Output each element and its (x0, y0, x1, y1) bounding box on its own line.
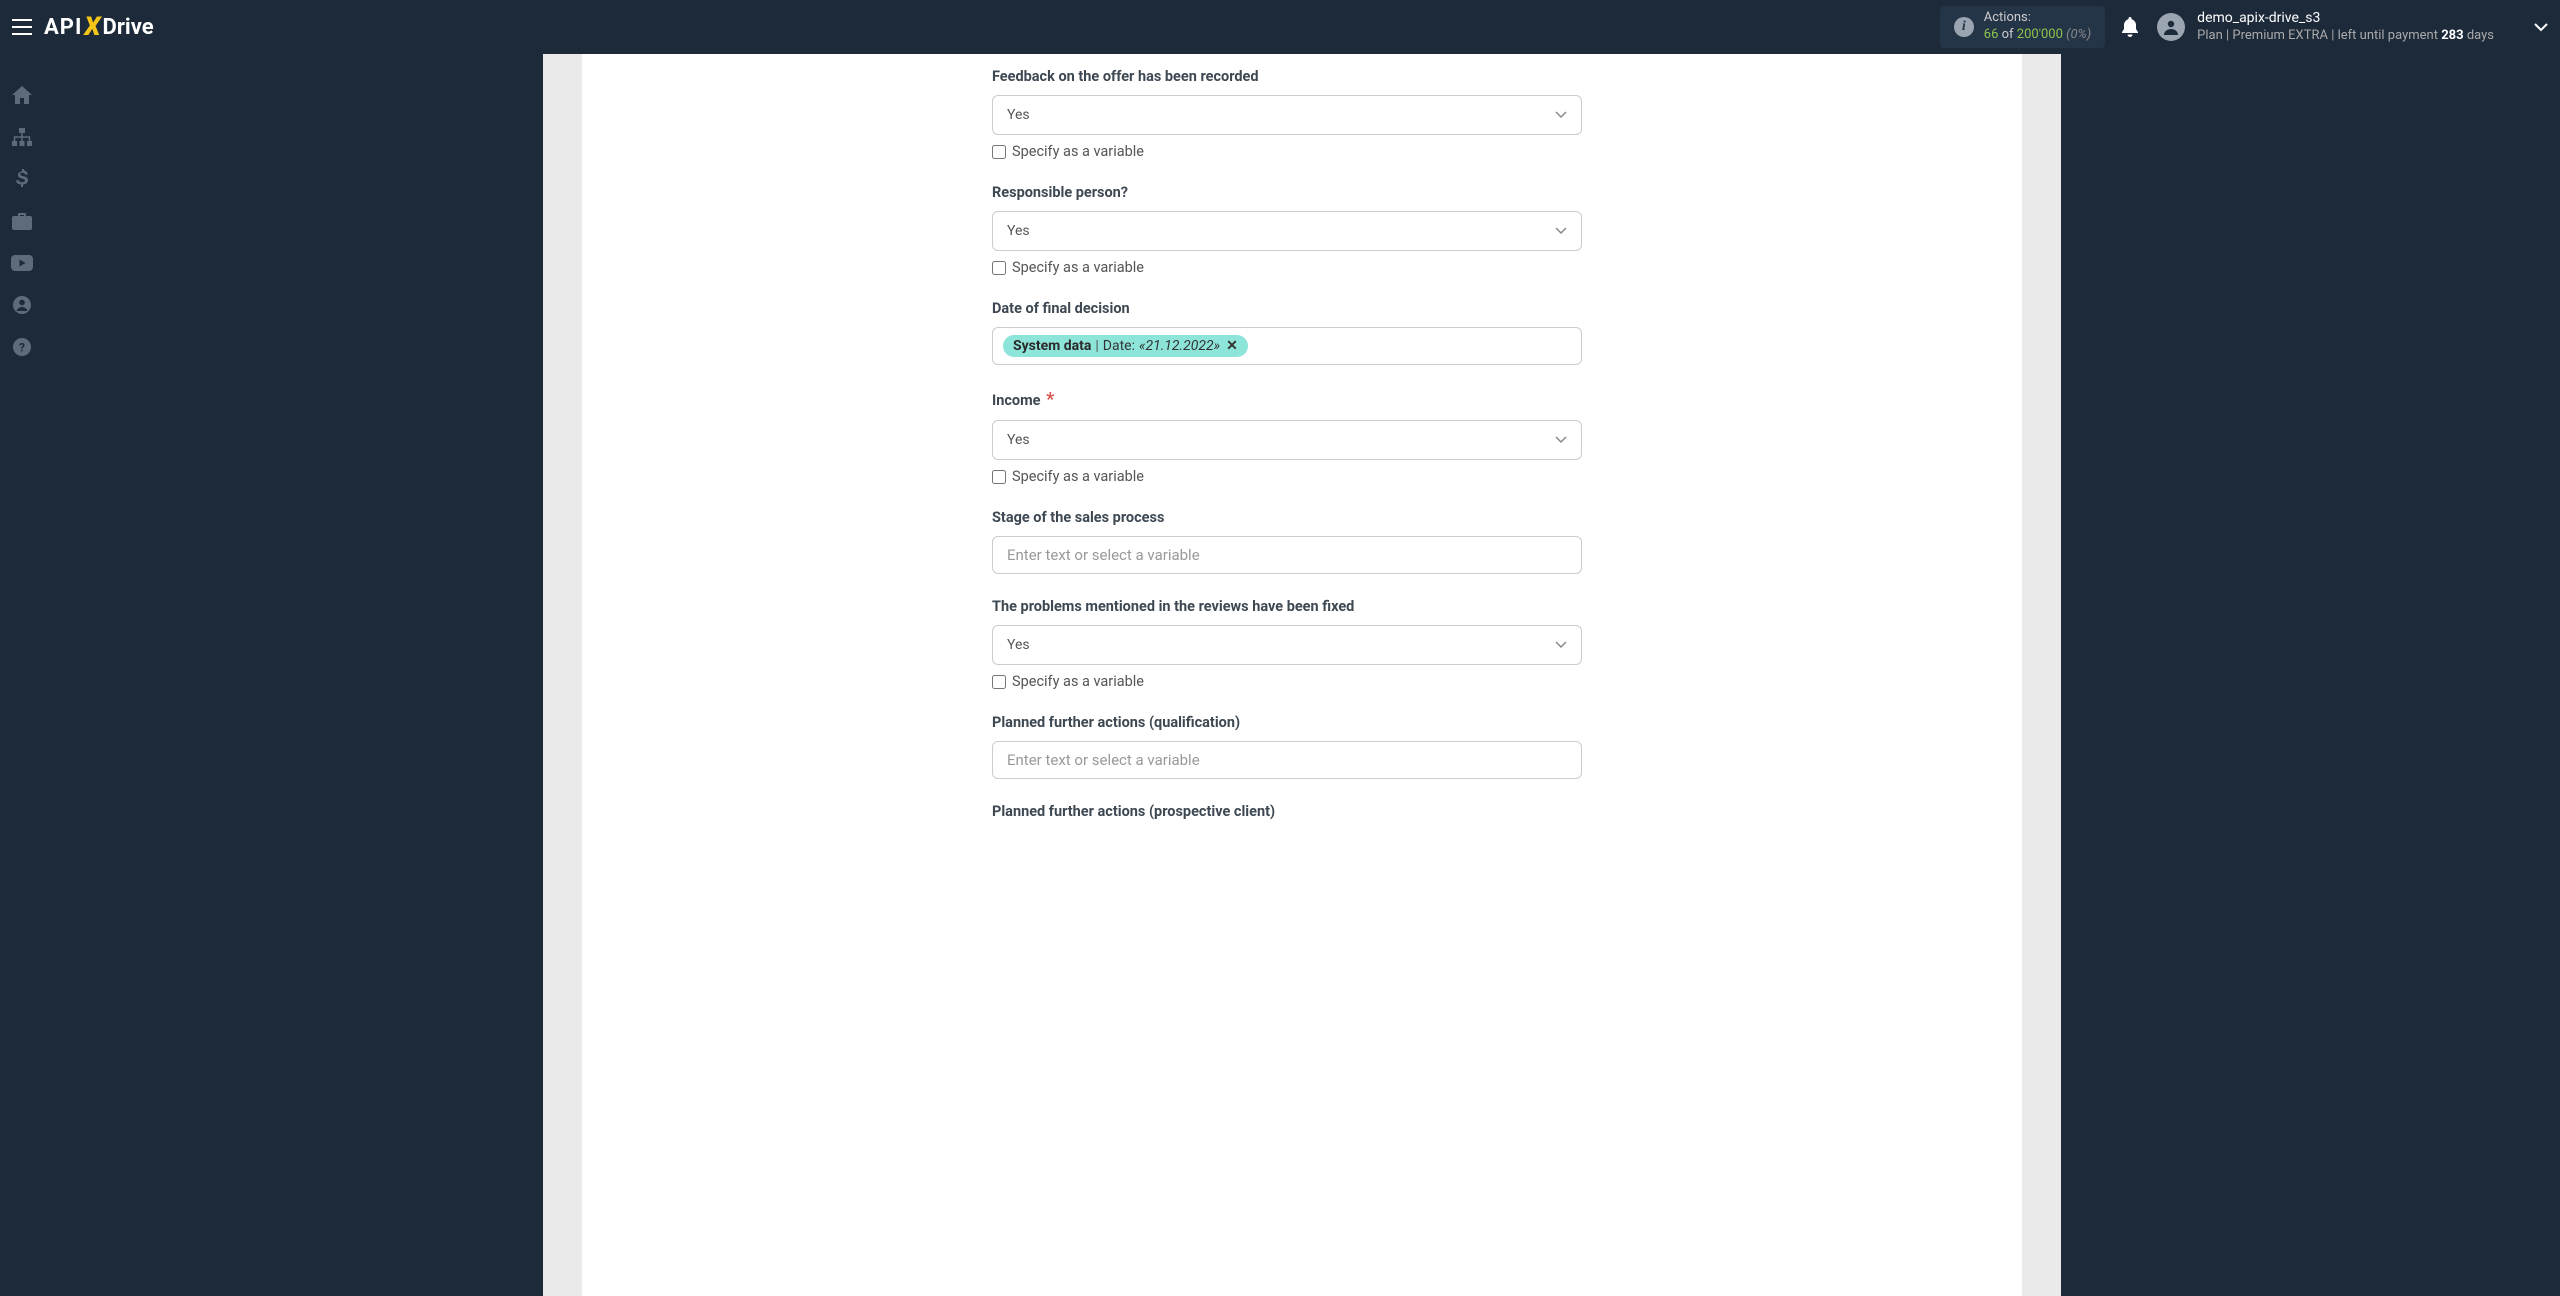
label-problems-fixed: The problems mentioned in the reviews ha… (992, 598, 1582, 615)
plan-sep: | (2331, 28, 2334, 43)
actions-pct: (0%) (2066, 27, 2091, 42)
select-income[interactable]: Yes (992, 420, 1582, 460)
select-value: Yes (1007, 637, 1030, 653)
field-planned-qualification: Planned further actions (qualification) … (992, 714, 1582, 779)
nav-briefcase-icon[interactable] (0, 200, 44, 242)
field-income: Income * Yes Specify as a variable (992, 389, 1582, 485)
logo[interactable]: API X Drive (44, 12, 154, 42)
actions-counter[interactable]: i Actions: 66 of 200'000 (0%) (1940, 6, 2105, 48)
input-stage[interactable]: Enter text or select a variable (992, 536, 1582, 574)
plan-days-suffix: days (2467, 28, 2494, 43)
tag-value: «21.12.2022» (1139, 338, 1220, 354)
field-responsible: Responsible person? Yes Specify as a var… (992, 184, 1582, 276)
tag-label: Date: (1103, 338, 1135, 354)
logo-x-icon: X (84, 12, 100, 42)
label-income-text: Income (992, 392, 1041, 409)
checkbox-input[interactable] (992, 675, 1006, 689)
nav-help-icon[interactable]: ? (0, 326, 44, 368)
sidebar: ? (0, 54, 44, 1296)
label-date-decision: Date of final decision (992, 300, 1582, 317)
avatar-icon[interactable] (2157, 13, 2185, 41)
placeholder: Enter text or select a variable (1003, 751, 1200, 769)
hamburger-menu-icon[interactable] (12, 19, 32, 35)
plan-left: left until payment (2338, 28, 2438, 43)
checkbox-input[interactable] (992, 470, 1006, 484)
checkbox-responsible-variable[interactable]: Specify as a variable (992, 259, 1582, 276)
actions-count: 66 (1984, 27, 1999, 42)
label-income: Income * (992, 389, 1582, 410)
select-responsible[interactable]: Yes (992, 211, 1582, 251)
input-date-decision[interactable]: System data | Date: «21.12.2022» ✕ (992, 327, 1582, 365)
nav-home-icon[interactable] (0, 74, 44, 116)
info-icon: i (1954, 17, 1974, 37)
nav-youtube-icon[interactable] (0, 242, 44, 284)
user-name: demo_apix-drive_s3 (2197, 9, 2494, 27)
variable-tag: System data | Date: «21.12.2022» ✕ (1003, 335, 1248, 357)
placeholder: Enter text or select a variable (1003, 546, 1200, 564)
checkbox-input[interactable] (992, 145, 1006, 159)
bell-icon[interactable] (2121, 17, 2139, 37)
select-problems-fixed[interactable]: Yes (992, 625, 1582, 665)
select-value: Yes (1007, 223, 1030, 239)
form-card: Feedback on the offer has been recorded … (582, 54, 2022, 1296)
logo-drive: Drive (103, 15, 154, 40)
nav-sitemap-icon[interactable] (0, 116, 44, 158)
field-stage: Stage of the sales process Enter text or… (992, 509, 1582, 574)
plan-prefix: Plan | (2197, 28, 2229, 43)
plan-days-num: 283 (2441, 28, 2463, 43)
field-feedback: Feedback on the offer has been recorded … (992, 68, 1582, 160)
label-planned-prospective: Planned further actions (prospective cli… (992, 803, 1582, 820)
checkbox-label: Specify as a variable (1012, 673, 1144, 690)
tag-remove-icon[interactable]: ✕ (1226, 338, 1238, 354)
checkbox-label: Specify as a variable (1012, 259, 1144, 276)
checkbox-feedback-variable[interactable]: Specify as a variable (992, 143, 1582, 160)
topbar: API X Drive i Actions: 66 of 200'000 (0%… (0, 0, 2560, 54)
checkbox-problems-variable[interactable]: Specify as a variable (992, 673, 1582, 690)
label-feedback: Feedback on the offer has been recorded (992, 68, 1582, 85)
select-feedback[interactable]: Yes (992, 95, 1582, 135)
checkbox-label: Specify as a variable (1012, 143, 1144, 160)
field-planned-prospective: Planned further actions (prospective cli… (992, 803, 1582, 820)
logo-api: API (44, 15, 82, 40)
nav-billing-icon[interactable] (0, 158, 44, 200)
svg-text:?: ? (19, 341, 25, 355)
checkbox-income-variable[interactable]: Specify as a variable (992, 468, 1582, 485)
nav-user-icon[interactable] (0, 284, 44, 326)
select-value: Yes (1007, 432, 1030, 448)
plan-name: Premium EXTRA (2232, 28, 2328, 43)
field-date-decision: Date of final decision System data | Dat… (992, 300, 1582, 365)
label-responsible: Responsible person? (992, 184, 1582, 201)
actions-total: 200'000 (2017, 27, 2063, 42)
tag-key: System data (1013, 338, 1091, 354)
label-stage: Stage of the sales process (992, 509, 1582, 526)
chevron-down-icon (1555, 436, 1567, 444)
chevron-down-icon (1555, 227, 1567, 235)
actions-of: of (2002, 27, 2014, 42)
user-chevron-down-icon[interactable] (2534, 23, 2548, 32)
required-star-icon: * (1046, 389, 1054, 410)
input-planned-qualification[interactable]: Enter text or select a variable (992, 741, 1582, 779)
tag-sep: | (1095, 338, 1098, 354)
checkbox-label: Specify as a variable (1012, 468, 1144, 485)
chevron-down-icon (1555, 641, 1567, 649)
select-value: Yes (1007, 107, 1030, 123)
label-planned-qualification: Planned further actions (qualification) (992, 714, 1582, 731)
user-block: demo_apix-drive_s3 Plan | Premium EXTRA … (2197, 9, 2494, 44)
chevron-down-icon (1555, 111, 1567, 119)
checkbox-input[interactable] (992, 261, 1006, 275)
actions-label: Actions: (1984, 10, 2091, 27)
actions-text: Actions: 66 of 200'000 (0%) (1984, 10, 2091, 44)
field-problems-fixed: The problems mentioned in the reviews ha… (992, 598, 1582, 690)
